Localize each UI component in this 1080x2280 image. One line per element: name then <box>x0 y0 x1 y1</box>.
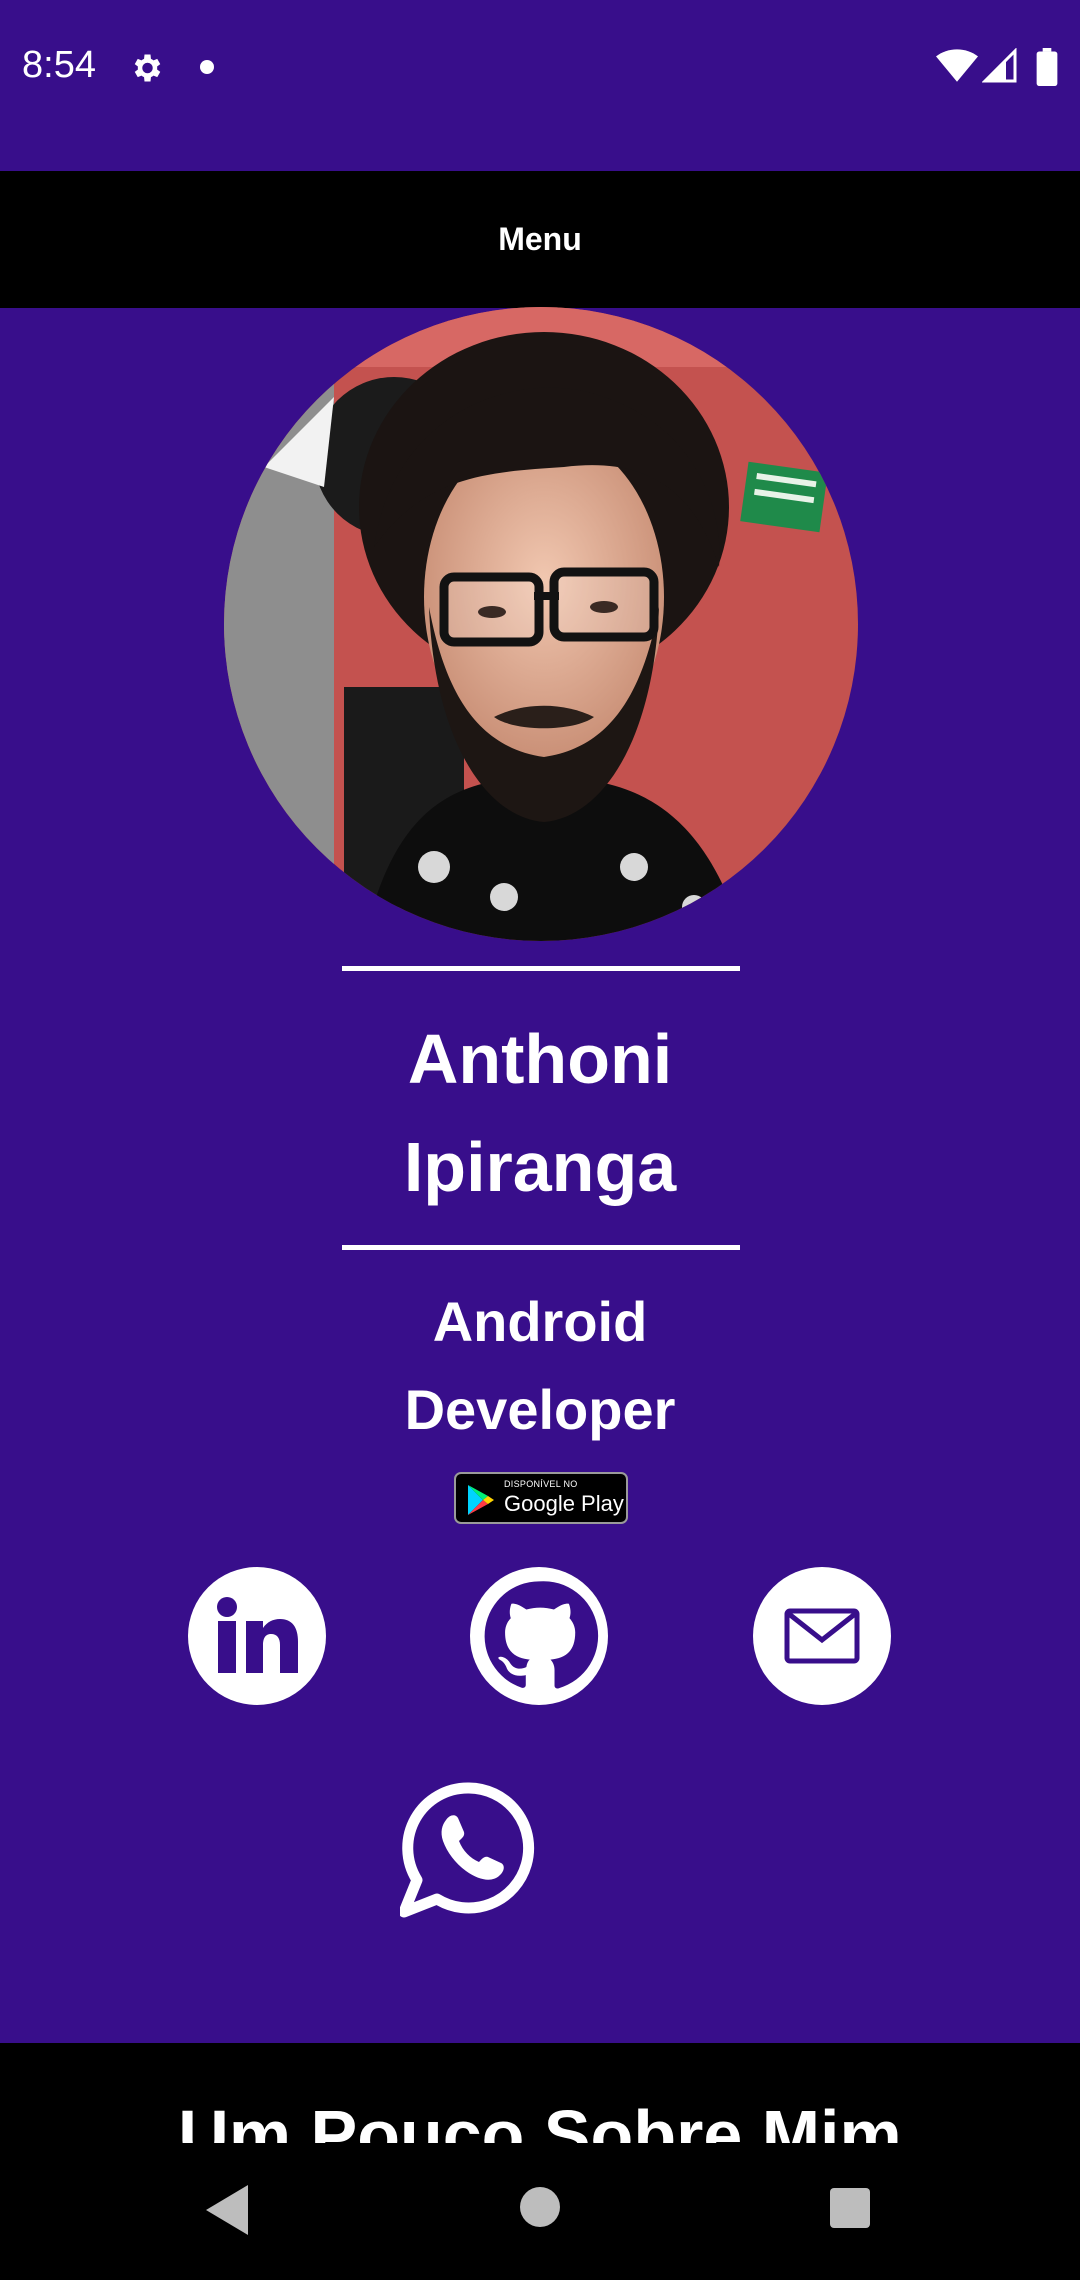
profile-name-last: Ipiranga <box>403 1128 677 1206</box>
profile-name-first: Anthoni <box>407 1020 673 1098</box>
google-play-main-text: Google Play <box>504 1491 624 1516</box>
google-play-badge[interactable]: DISPONÍVEL NO Google Play <box>454 1472 628 1524</box>
profile-name: Anthoni Ipiranga <box>240 1005 840 1221</box>
gear-icon <box>134 54 161 82</box>
mail-icon <box>784 1608 860 1664</box>
wifi-icon <box>936 49 978 82</box>
signal-icon <box>982 48 1017 83</box>
whatsapp-icon[interactable] <box>400 1780 538 1918</box>
menu-bar[interactable]: Menu <box>0 171 1080 308</box>
profile-role-line2: Developer <box>404 1378 676 1441</box>
menu-label[interactable]: Menu <box>498 221 582 258</box>
google-play-icon <box>468 1485 494 1515</box>
status-bar: 8:54 <box>0 0 1080 171</box>
name-top-divider <box>342 966 740 971</box>
recents-icon[interactable] <box>830 2188 870 2228</box>
back-icon[interactable] <box>204 2183 250 2237</box>
screen: 8:54 Menu Anthoni Ipiranga Android Devel… <box>0 0 1080 2280</box>
home-icon[interactable] <box>520 2187 560 2227</box>
github-button[interactable] <box>470 1567 608 1705</box>
battery-icon <box>1036 48 1058 86</box>
linkedin-icon <box>217 1597 298 1673</box>
email-button[interactable] <box>753 1567 891 1705</box>
github-icon <box>484 1581 599 1689</box>
status-time: 8:54 <box>22 44 96 86</box>
navigation-bar <box>0 2143 1080 2280</box>
name-bottom-divider <box>342 1245 740 1250</box>
notification-dot-icon <box>200 60 214 74</box>
profile-avatar <box>224 307 858 941</box>
about-section: Um Pouco Sobre Mim <box>0 2043 1080 2143</box>
profile-role: Android Developer <box>240 1278 840 1454</box>
google-play-top-text: DISPONÍVEL NO <box>504 1479 578 1489</box>
linkedin-button[interactable] <box>188 1567 326 1705</box>
about-title: Um Pouco Sobre Mim <box>178 2096 902 2143</box>
profile-role-line1: Android <box>432 1290 648 1353</box>
